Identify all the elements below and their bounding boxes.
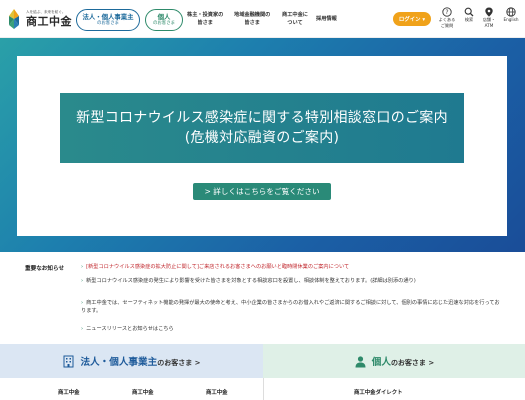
search-icon bbox=[464, 7, 474, 17]
site-header: 人を結ぶ、未来を紡ぐ。 商工中金 法人・個人事業主 のお客さま 個人 のお客さま… bbox=[0, 0, 525, 38]
building-icon bbox=[63, 355, 74, 367]
site-logo[interactable]: 人を結ぶ、未来を紡ぐ。 商工中金 bbox=[5, 7, 73, 31]
branch-atm-link[interactable]: 店舗・ ATM bbox=[478, 7, 500, 28]
login-button[interactable]: ログイン ▾ bbox=[393, 12, 431, 26]
search-label: 検索 bbox=[464, 17, 474, 22]
tab-corporate-suffix: のお客さま > bbox=[157, 359, 201, 367]
tab-individual-customers[interactable]: 個人のお客さま > bbox=[263, 344, 525, 378]
tab-corporate-title: 法人・個人事業主 bbox=[80, 357, 158, 368]
tab-corporate-customers[interactable]: 法人・個人事業主のお客さま > bbox=[0, 344, 263, 378]
nav-investors[interactable]: 株主・投資家の 皆さま bbox=[187, 11, 223, 27]
nav-about-line2: ついて bbox=[287, 20, 303, 26]
english-link[interactable]: English bbox=[500, 7, 522, 23]
notices-heading: 重要なお知らせ bbox=[25, 266, 65, 272]
chevron-right-icon: › bbox=[81, 264, 84, 270]
nav-recruit[interactable]: 採用情報 bbox=[316, 15, 337, 23]
nav-corporate-title: 法人・個人事業主 bbox=[82, 13, 134, 21]
map-pin-icon bbox=[485, 7, 493, 17]
notice-text: 新型コロナウイルス感染症の発生により影響を受けた皆さまを対象とする相談窓口を設置… bbox=[86, 278, 416, 284]
nav-corporate-customers[interactable]: 法人・個人事業主 のお客さま bbox=[76, 9, 140, 31]
notice-text: [新型コロナウイルス感染症の拡大防止に関して]ご来店されるお客さまへのお願いと臨… bbox=[86, 264, 350, 270]
nav-individual-title: 個人 bbox=[157, 13, 171, 21]
notice-item[interactable]: › 新型コロナウイルス感染症の発生により影響を受けた皆さまを対象とする相談窓口を設… bbox=[81, 277, 501, 285]
faq-line2: ご質問 bbox=[440, 22, 454, 28]
nav-recruit-label: 採用情報 bbox=[316, 16, 337, 22]
banner-title-line2: (危機対応融資のご案内) bbox=[184, 130, 340, 146]
bottom-menu-item[interactable]: 商工中金 bbox=[132, 388, 154, 396]
nav-individual-customers[interactable]: 個人 のお客さま bbox=[145, 9, 183, 31]
notice-text: ニュースリリースとお知らせはこちら bbox=[86, 326, 174, 332]
branch-line2: ATM bbox=[484, 22, 494, 28]
question-icon: ? bbox=[442, 7, 452, 17]
chevron-right-icon: › bbox=[81, 326, 84, 332]
person-icon bbox=[355, 355, 366, 367]
bottom-menu-item[interactable]: 商工中金 bbox=[58, 388, 80, 396]
notice-item[interactable]: › 商工中金では、セーフティネット機能の発揮が最大の使命と考え、中小企業の皆さまか… bbox=[81, 299, 501, 315]
tab-individual-suffix: のお客さま > bbox=[390, 359, 435, 367]
nav-individual-sub: のお客さま bbox=[153, 21, 175, 26]
details-button[interactable]: > 詳しくはこちらをご覧ください bbox=[193, 183, 331, 200]
tab-individual-title: 個人 bbox=[371, 357, 391, 368]
bottom-menu-item[interactable]: 商工中金 bbox=[206, 388, 228, 396]
notice-item[interactable]: › [新型コロナウイルス感染症の拡大防止に関して]ご来店されるお客さまへのお願いと… bbox=[81, 263, 501, 271]
nav-about-line1: 商工中金に bbox=[282, 12, 308, 18]
logo-mark-icon bbox=[9, 9, 19, 29]
covid-consultation-banner[interactable]: 新型コロナウイルス感染症に関する特別相談窓口のご案内 (危機対応融資のご案内) bbox=[60, 93, 464, 163]
nav-investors-line2: 皆さま bbox=[197, 20, 213, 26]
banner-title-line1: 新型コロナウイルス感染症に関する特別相談窓口のご案内 bbox=[76, 110, 448, 126]
faq-link[interactable]: ? よくある ご質問 bbox=[436, 7, 458, 28]
nav-about[interactable]: 商工中金に ついて bbox=[282, 11, 308, 27]
important-notices: 重要なお知らせ › [新型コロナウイルス感染症の拡大防止に関して]ご来店されるお客… bbox=[0, 252, 525, 344]
nav-investors-line1: 株主・投資家の bbox=[187, 12, 224, 18]
hero-section: 新型コロナウイルス感染症に関する特別相談窓口のご案内 (危機対応融資のご案内) … bbox=[0, 38, 525, 252]
nav-financial-institutions[interactable]: 地域金融機関の 皆さま bbox=[234, 11, 270, 27]
bottom-menu-item[interactable]: 商工中金ダイレクト bbox=[354, 388, 403, 396]
notice-text: 商工中金では、セーフティネット機能の発揮が最大の使命と考え、中小企業の皆さまから… bbox=[81, 300, 500, 314]
english-label: English bbox=[503, 17, 519, 22]
nav-corporate-sub: のお客さま bbox=[97, 21, 119, 26]
chevron-right-icon: › bbox=[81, 278, 84, 284]
hero-card: 新型コロナウイルス感染症に関する特別相談窓口のご案内 (危機対応融資のご案内) … bbox=[17, 56, 507, 236]
svg-text:?: ? bbox=[445, 9, 448, 16]
logo-name: 商工中金 bbox=[26, 15, 72, 28]
nav-financial-line2: 皆さま bbox=[244, 20, 260, 26]
nav-financial-line1: 地域金融機関の bbox=[234, 12, 271, 18]
globe-icon bbox=[506, 7, 516, 17]
chevron-right-icon: › bbox=[81, 300, 84, 306]
news-release-link[interactable]: › ニュースリリースとお知らせはこちら bbox=[81, 325, 501, 333]
tab-divider bbox=[263, 378, 264, 400]
search-link[interactable]: 検索 bbox=[458, 7, 480, 23]
